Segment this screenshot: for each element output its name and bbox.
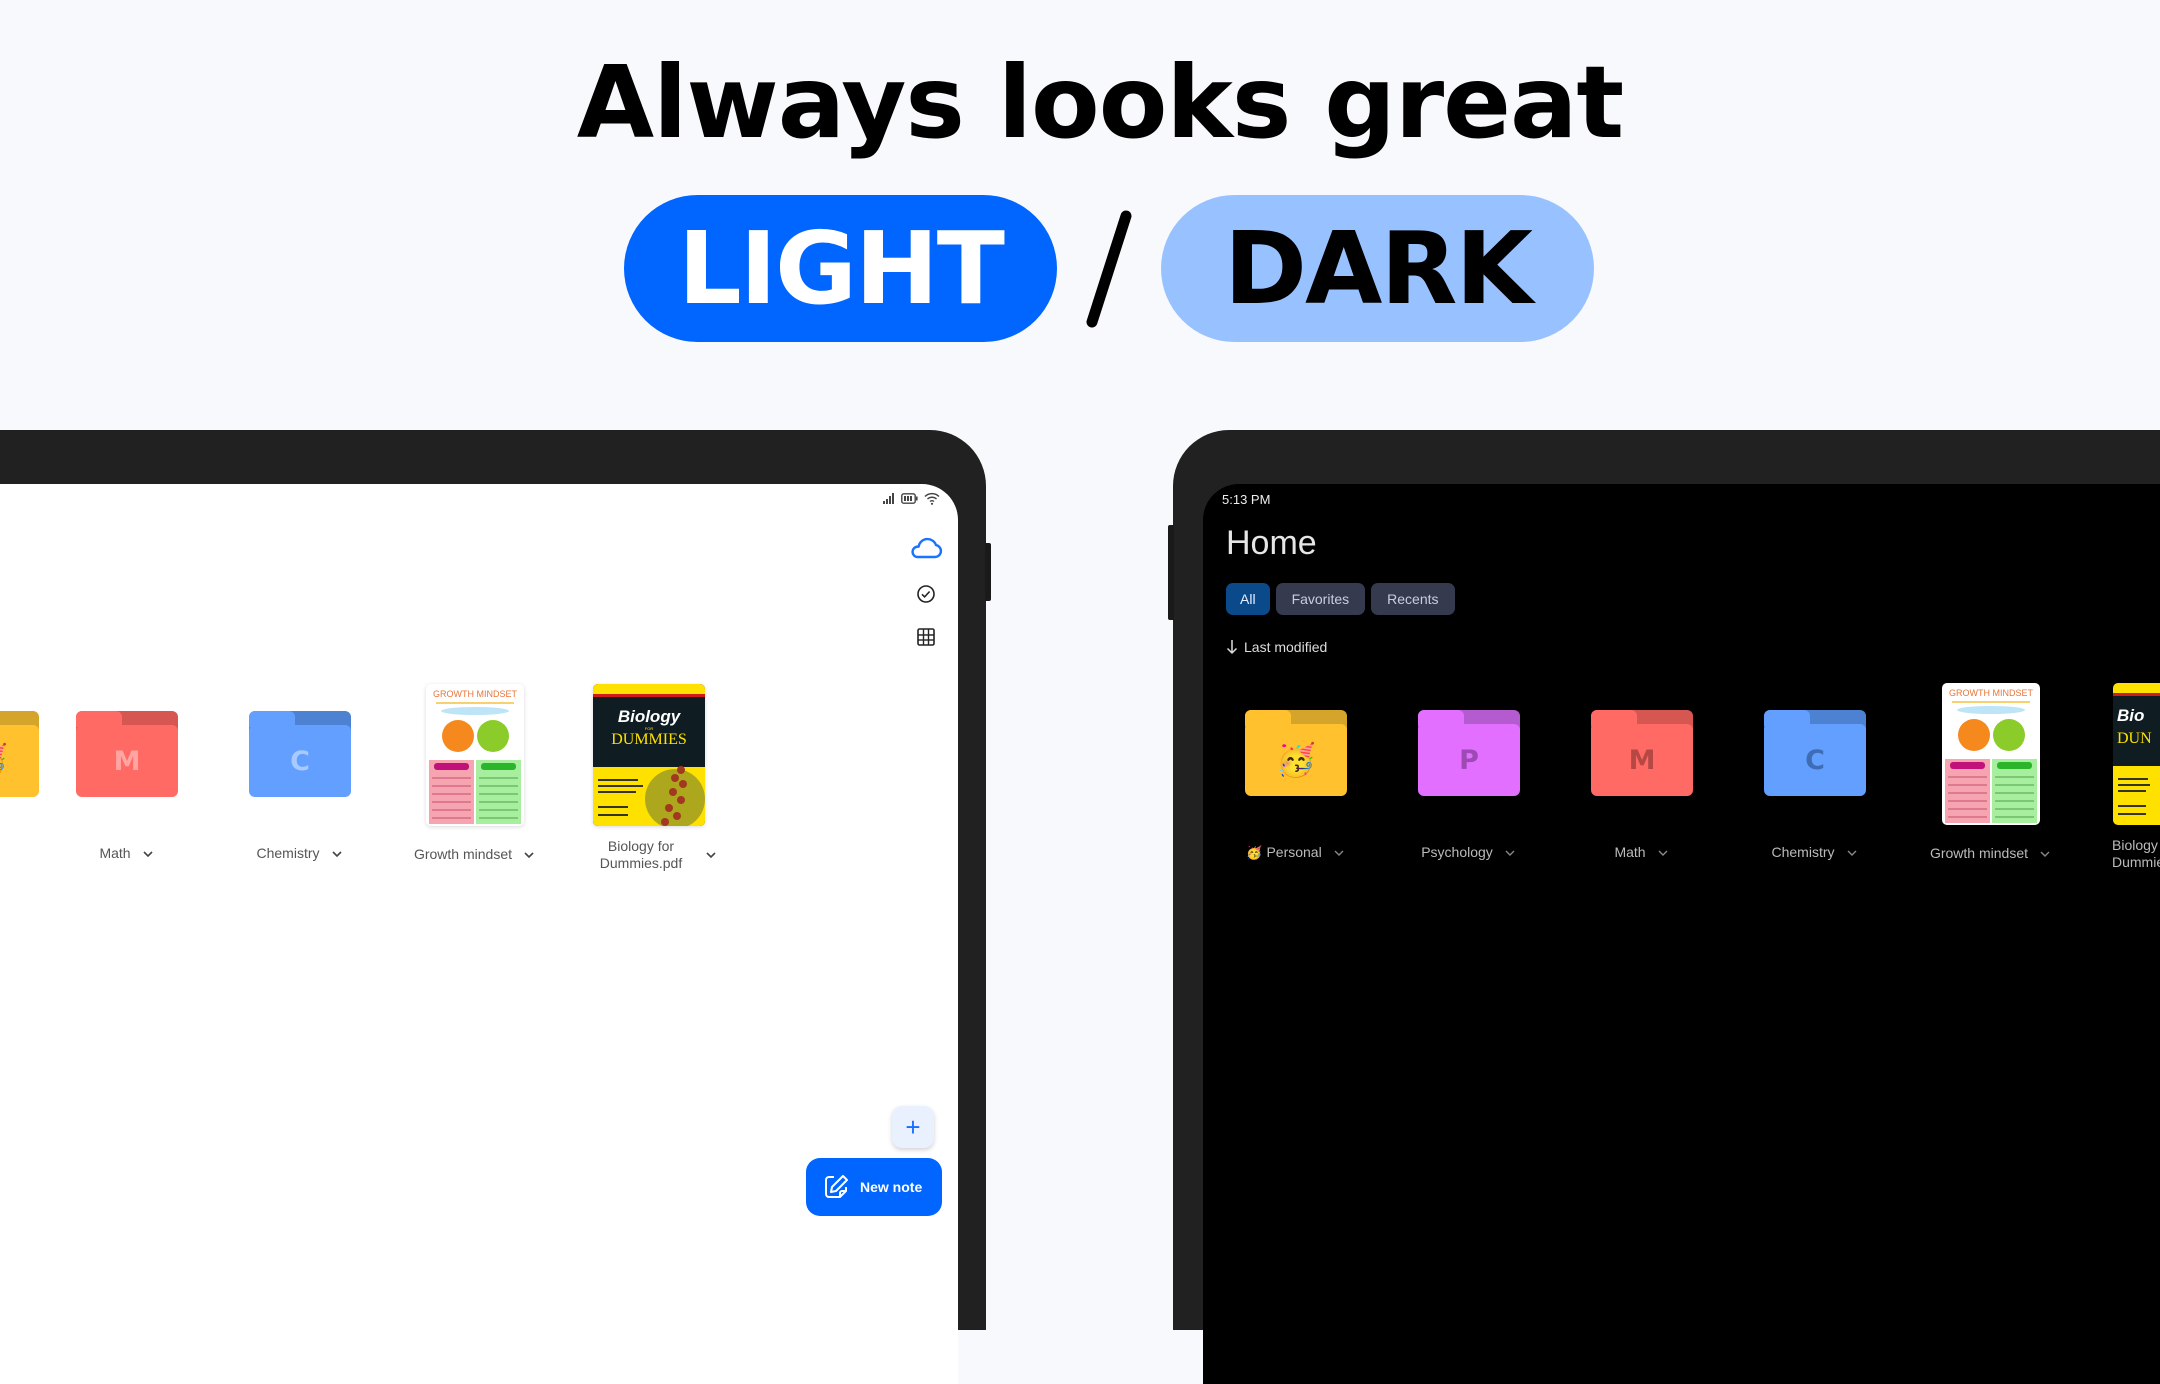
headline: Always looks great bbox=[576, 44, 1625, 161]
folder-icon: 🥳 bbox=[1245, 710, 1347, 796]
filter-favorites[interactable]: Favorites bbox=[1275, 583, 1366, 615]
folder-icon: 🥳 bbox=[0, 711, 39, 797]
folder-math[interactable]: M Math bbox=[52, 711, 202, 862]
dark-screen: 5:13 PM Home All Favorites Recents Last … bbox=[1203, 484, 2160, 1384]
svg-text:GROWTH MINDSET: GROWTH MINDSET bbox=[1949, 688, 2033, 698]
chevron-down-icon[interactable] bbox=[1503, 846, 1517, 860]
signal-icon bbox=[883, 493, 894, 504]
arrow-down-icon bbox=[1226, 640, 1238, 655]
note-growth-mindset[interactable]: GROWTH MINDSET Growth mindset bbox=[400, 684, 550, 863]
light-mode-pill: LIGHT bbox=[624, 195, 1057, 342]
note-growth-mindset[interactable]: GROWTH MINDSET Growth mindset bbox=[1916, 683, 2066, 862]
svg-text:Bio: Bio bbox=[2117, 706, 2144, 725]
pdf-biology-for-dummies[interactable]: Bio DUN Biology Dummie bbox=[2079, 683, 2160, 871]
chevron-down-icon[interactable] bbox=[704, 848, 718, 862]
biology-for-dummies-thumbnail: Biology FOR DUMMIES bbox=[593, 684, 705, 826]
status-time: 5:13 PM bbox=[1222, 492, 1271, 507]
filter-recents[interactable]: Recents bbox=[1371, 583, 1455, 615]
status-bar bbox=[883, 492, 940, 505]
chevron-down-icon[interactable] bbox=[1332, 846, 1346, 860]
filter-all[interactable]: All bbox=[1226, 583, 1270, 615]
folder-psychology[interactable]: P Psychology bbox=[1394, 710, 1544, 861]
item-name: Chemistry bbox=[256, 845, 320, 861]
party-emoji-icon: 🥳 bbox=[0, 725, 39, 797]
folder-icon: M bbox=[1591, 710, 1693, 796]
dark-mode-pill: DARK bbox=[1161, 195, 1594, 342]
item-name: Math bbox=[1614, 844, 1646, 860]
light-tablet: 🥳 onal M Math C bbox=[0, 430, 991, 1384]
new-note-button[interactable]: New note bbox=[806, 1158, 942, 1216]
check-circle-icon[interactable] bbox=[916, 584, 936, 604]
tablet-side-button bbox=[1168, 525, 1174, 620]
folder-chemistry[interactable]: C Chemistry bbox=[1740, 710, 1890, 861]
growth-mindset-thumbnail: GROWTH MINDSET bbox=[1942, 683, 2040, 825]
pdf-biology-for-dummies[interactable]: Biology FOR DUMMIES Biology for Dummies.… bbox=[574, 684, 724, 872]
item-name: Chemistry bbox=[1771, 844, 1835, 860]
chevron-down-icon[interactable] bbox=[2038, 847, 2052, 861]
dark-tablet: 5:13 PM Home All Favorites Recents Last … bbox=[1168, 430, 2160, 1384]
party-emoji-icon: 🥳 bbox=[1246, 845, 1263, 860]
wifi-icon bbox=[924, 492, 940, 505]
cloud-icon[interactable] bbox=[909, 536, 943, 560]
chevron-down-icon[interactable] bbox=[1845, 846, 1859, 860]
tablet-side-button bbox=[985, 543, 991, 601]
svg-text:DUN: DUN bbox=[2117, 730, 2152, 747]
item-name: Biology Dummie bbox=[2112, 837, 2160, 870]
sort-label: Last modified bbox=[1244, 639, 1328, 655]
chevron-down-icon[interactable] bbox=[141, 847, 155, 861]
chevron-down-icon[interactable] bbox=[1656, 846, 1670, 860]
slash-separator bbox=[1086, 210, 1132, 328]
grid-icon[interactable] bbox=[917, 628, 935, 646]
add-button[interactable]: + bbox=[892, 1106, 934, 1148]
light-screen: 🥳 onal M Math C bbox=[0, 484, 958, 1384]
edit-note-icon bbox=[825, 1175, 848, 1198]
item-name: Growth mindset bbox=[1929, 845, 2029, 861]
page-title: Home bbox=[1226, 524, 1317, 562]
side-toolbar bbox=[906, 536, 946, 646]
item-name: Psychology bbox=[1421, 844, 1493, 860]
item-name: Math bbox=[99, 845, 131, 861]
biology-for-dummies-thumbnail: Bio DUN bbox=[2113, 683, 2160, 825]
plus-icon: + bbox=[905, 1112, 921, 1142]
party-emoji-icon: 🥳 bbox=[1245, 724, 1347, 796]
item-name: Personal bbox=[1266, 844, 1322, 860]
svg-text:Biology: Biology bbox=[618, 707, 682, 726]
folder-math[interactable]: M Math bbox=[1567, 710, 1717, 861]
folder-chemistry[interactable]: C Chemistry bbox=[225, 711, 375, 862]
new-note-label: New note bbox=[860, 1179, 923, 1195]
item-name: Growth mindset bbox=[413, 846, 513, 862]
filter-chips: All Favorites Recents bbox=[1226, 583, 1455, 615]
chevron-down-icon[interactable] bbox=[522, 848, 536, 862]
growth-mindset-thumbnail: GROWTH MINDSET bbox=[426, 684, 524, 826]
folder-personal[interactable]: 🥳 🥳 Personal bbox=[1221, 710, 1371, 861]
folder-icon: M bbox=[76, 711, 178, 797]
folder-icon: P bbox=[1418, 710, 1520, 796]
sort-control[interactable]: Last modified bbox=[1226, 639, 1327, 655]
svg-text:GROWTH MINDSET: GROWTH MINDSET bbox=[433, 689, 517, 699]
folder-icon: C bbox=[1764, 710, 1866, 796]
folder-icon: C bbox=[249, 711, 351, 797]
chevron-down-icon[interactable] bbox=[330, 847, 344, 861]
svg-text:DUMMIES: DUMMIES bbox=[611, 731, 687, 748]
battery-icon bbox=[901, 493, 918, 504]
item-name: Biology for Dummies.pdf bbox=[599, 838, 683, 871]
